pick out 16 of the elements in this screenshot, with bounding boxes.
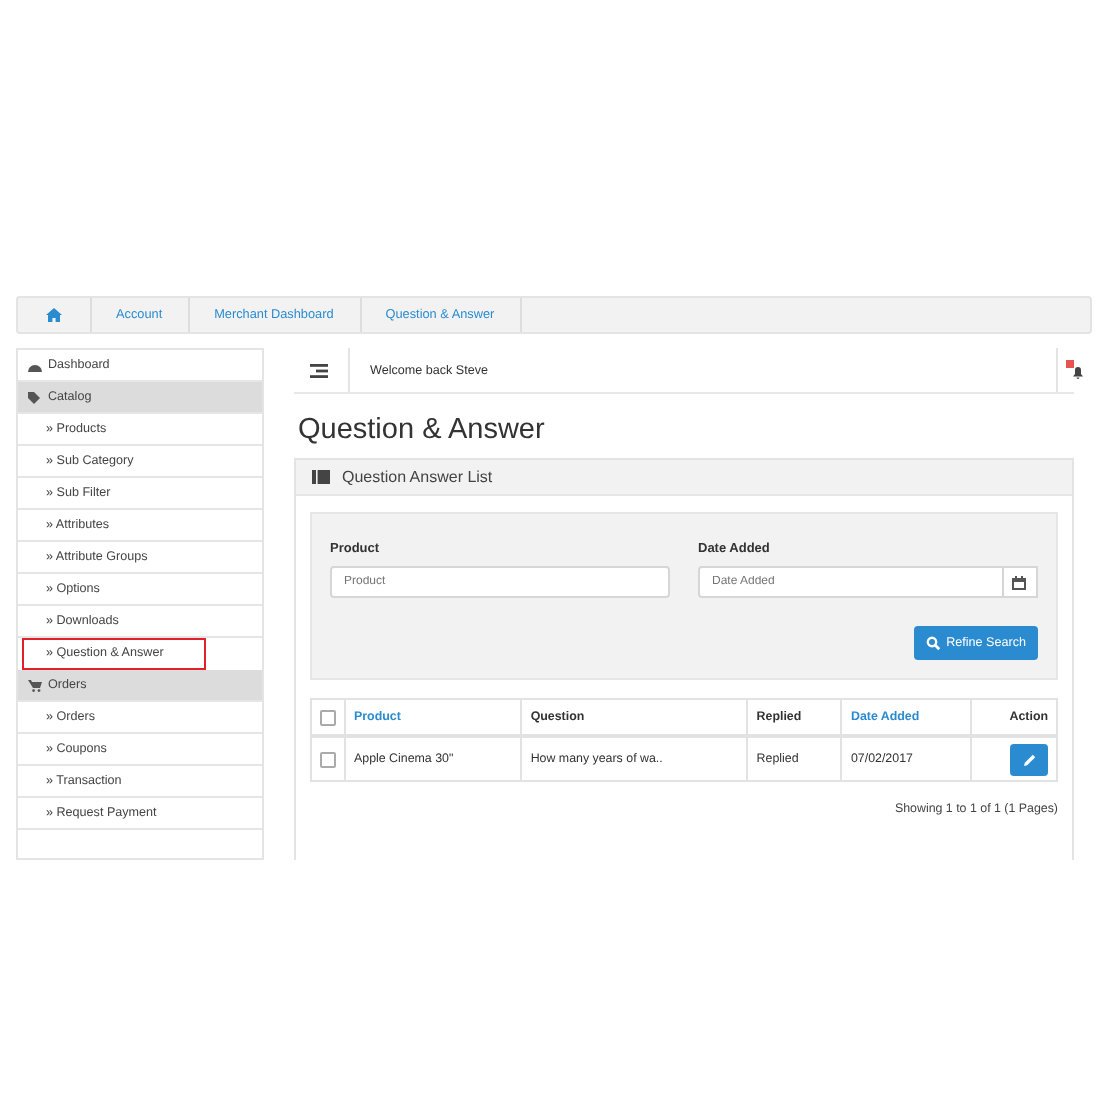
dashboard-icon bbox=[28, 359, 42, 371]
search-icon bbox=[926, 636, 941, 650]
list-icon bbox=[312, 470, 330, 484]
row-checkbox[interactable] bbox=[320, 751, 336, 767]
tags-icon bbox=[28, 391, 42, 403]
select-all-checkbox[interactable] bbox=[320, 709, 336, 725]
cart-icon bbox=[28, 679, 42, 691]
panel-title: Question Answer List bbox=[342, 468, 493, 486]
calendar-button[interactable] bbox=[1003, 566, 1038, 598]
page-title: Question & Answer bbox=[298, 414, 547, 446]
edit-button[interactable] bbox=[1010, 743, 1048, 775]
calendar-icon bbox=[1012, 575, 1027, 589]
notification-bell-icon[interactable] bbox=[1066, 360, 1086, 380]
menu-toggle-icon[interactable] bbox=[310, 363, 328, 377]
pencil-icon bbox=[1023, 753, 1035, 765]
home-icon bbox=[46, 308, 62, 322]
